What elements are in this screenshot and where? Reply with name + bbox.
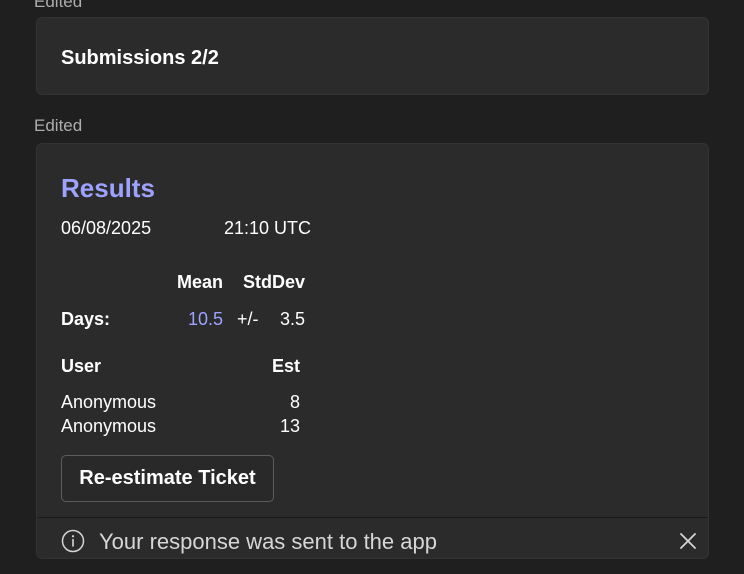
user-column-header: User <box>61 356 102 376</box>
notification-text: Your response was sent to the app <box>99 529 437 554</box>
info-icon <box>61 529 85 553</box>
plus-minus: +/- <box>237 309 259 329</box>
days-mean-value: 10.5 <box>187 309 223 329</box>
results-title: Results <box>61 173 155 203</box>
est-column-header: Est <box>271 356 300 376</box>
user-estimate: 13 <box>279 416 300 436</box>
reestimate-ticket-button[interactable]: Re-estimate Ticket <box>61 455 274 502</box>
results-card: Results 06/08/2025 21:10 UTC Mean StdDev… <box>36 143 709 559</box>
submissions-title: Submissions 2/2 <box>61 47 219 69</box>
results-time: 21:10 UTC <box>224 218 312 238</box>
days-stddev-value: 3.5 <box>279 309 305 329</box>
submissions-card: Submissions 2/2 <box>36 17 709 95</box>
edited-label: Edited <box>34 116 83 135</box>
days-label: Days: <box>61 309 111 329</box>
user-name: Anonymous <box>61 392 157 412</box>
user-estimate: 8 <box>289 392 300 412</box>
mean-header: Mean <box>176 272 223 292</box>
edited-label: Edited <box>34 0 83 11</box>
response-notification: Your response was sent to the app <box>37 517 708 558</box>
user-name: Anonymous <box>61 416 157 436</box>
stddev-header: StdDev <box>242 272 305 292</box>
close-icon[interactable] <box>678 531 698 551</box>
results-date: 06/08/2025 <box>61 218 152 238</box>
